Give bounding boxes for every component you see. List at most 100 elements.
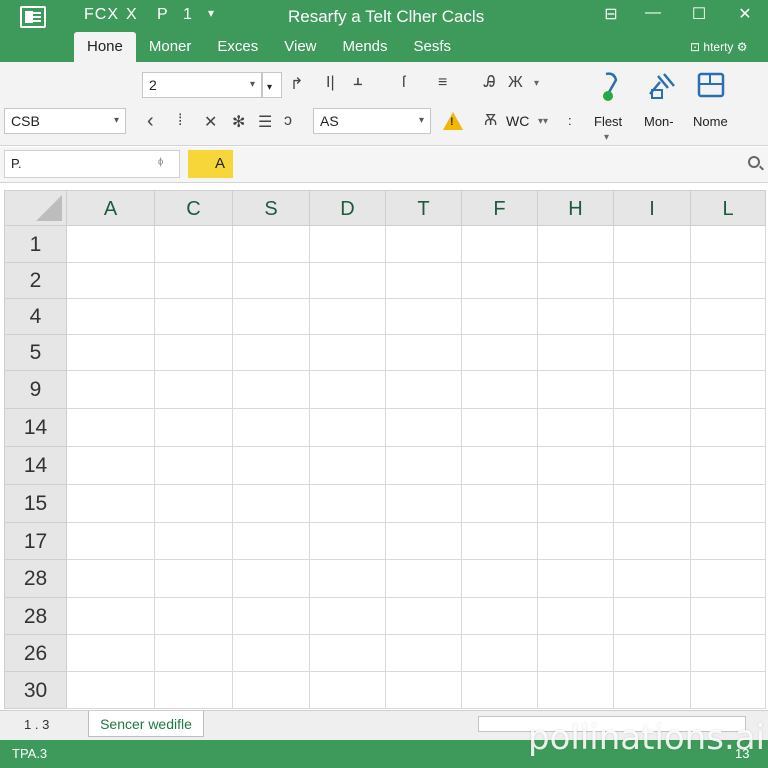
search-icon[interactable] — [748, 156, 760, 168]
name-box[interactable]: P. — [4, 150, 180, 178]
cell[interactable] — [386, 409, 462, 447]
cell[interactable] — [310, 409, 386, 447]
cell[interactable] — [691, 409, 766, 447]
cell[interactable] — [310, 447, 386, 485]
cell[interactable] — [67, 672, 155, 709]
monitor-button[interactable]: Mon- — [640, 68, 684, 144]
wrap-text-label[interactable]: WC — [506, 113, 529, 129]
chevron-down-icon[interactable]: ▾ — [534, 78, 539, 89]
cell[interactable] — [310, 560, 386, 598]
font-name-select[interactable]: CSB ▾ — [4, 108, 126, 134]
arrow-icon[interactable]: ↱ — [290, 74, 303, 94]
cell[interactable] — [386, 226, 462, 263]
cell[interactable] — [538, 226, 614, 263]
row-header[interactable]: 9 — [4, 371, 67, 409]
cell[interactable] — [155, 598, 233, 635]
chevron-down-icon[interactable]: ▾▾ — [538, 116, 548, 127]
cell[interactable] — [538, 635, 614, 672]
cell[interactable] — [614, 226, 691, 263]
cell[interactable] — [538, 523, 614, 560]
row-header[interactable]: 2 — [4, 263, 67, 299]
cell[interactable] — [462, 335, 538, 371]
cell[interactable] — [462, 523, 538, 560]
cell[interactable] — [538, 263, 614, 299]
cell[interactable] — [386, 299, 462, 335]
cell[interactable] — [233, 485, 310, 523]
cell[interactable] — [67, 371, 155, 409]
cell[interactable] — [310, 672, 386, 709]
cell[interactable] — [155, 409, 233, 447]
row-header[interactable]: 5 — [4, 335, 67, 371]
wrap-text-icon[interactable]: Ѫ — [484, 112, 497, 130]
cell[interactable] — [386, 523, 462, 560]
minimize-button[interactable]: — — [640, 4, 666, 26]
star-icon[interactable]: ✻ — [232, 112, 245, 132]
cell[interactable] — [386, 447, 462, 485]
cell[interactable] — [67, 447, 155, 485]
cell[interactable] — [691, 672, 766, 709]
close-button[interactable]: ✕ — [732, 4, 758, 26]
cell[interactable] — [233, 335, 310, 371]
cell[interactable] — [462, 447, 538, 485]
quick-access-customize-icon[interactable]: ▾ — [208, 6, 214, 20]
share-button[interactable]: ⊡ hterty ⚙ — [690, 40, 748, 54]
row-header[interactable]: 14 — [4, 409, 67, 447]
cell[interactable] — [462, 263, 538, 299]
tab-exces[interactable]: Exces — [204, 32, 271, 62]
cell[interactable] — [310, 635, 386, 672]
row-header[interactable]: 4 — [4, 299, 67, 335]
cell[interactable] — [386, 371, 462, 409]
cell[interactable] — [538, 672, 614, 709]
cell[interactable] — [614, 485, 691, 523]
cell[interactable] — [310, 371, 386, 409]
tab-sesfs[interactable]: Sesfs — [401, 32, 465, 62]
cell[interactable] — [233, 598, 310, 635]
sheet-tab-active[interactable]: Sencer wedifle — [88, 711, 204, 737]
column-header-i[interactable]: I — [614, 190, 691, 226]
cell[interactable] — [155, 635, 233, 672]
cell[interactable] — [233, 672, 310, 709]
cell[interactable] — [691, 335, 766, 371]
cell[interactable] — [233, 447, 310, 485]
select-all-button[interactable] — [4, 190, 67, 226]
more-options-icon[interactable]: : — [568, 113, 572, 128]
cell[interactable] — [233, 635, 310, 672]
cell[interactable] — [386, 560, 462, 598]
cell[interactable] — [386, 598, 462, 635]
cell[interactable] — [155, 226, 233, 263]
maximize-button[interactable]: ☐ — [686, 4, 712, 26]
cell[interactable] — [614, 560, 691, 598]
cell[interactable] — [614, 447, 691, 485]
cell[interactable] — [386, 263, 462, 299]
formula-input[interactable]: A — [188, 150, 233, 178]
cell[interactable] — [155, 485, 233, 523]
cell[interactable] — [310, 598, 386, 635]
cell[interactable] — [538, 560, 614, 598]
flest-button[interactable]: Flest ▾ — [588, 68, 630, 144]
cell[interactable] — [67, 598, 155, 635]
italic-icon[interactable]: ſ — [402, 74, 406, 92]
cell[interactable] — [538, 335, 614, 371]
column-header-s[interactable]: S — [233, 190, 310, 226]
function-icon[interactable]: ᶲ — [158, 155, 163, 171]
number-format-icon[interactable]: Ж — [508, 74, 523, 92]
cell[interactable] — [67, 335, 155, 371]
quick-access-p-button[interactable]: P — [157, 6, 168, 24]
tab-view[interactable]: View — [271, 32, 329, 62]
cell[interactable] — [310, 226, 386, 263]
cell[interactable] — [233, 409, 310, 447]
bold-icon[interactable]: I| — [326, 74, 335, 92]
cell[interactable] — [614, 263, 691, 299]
brush-icon[interactable]: ↄ — [284, 112, 292, 130]
quick-access-1-button[interactable]: 1 — [183, 6, 192, 24]
cell[interactable] — [538, 447, 614, 485]
quick-access-x-button[interactable]: X — [126, 6, 137, 24]
cell[interactable] — [233, 523, 310, 560]
cell[interactable] — [614, 371, 691, 409]
cell[interactable] — [67, 635, 155, 672]
cell[interactable] — [67, 523, 155, 560]
cell[interactable] — [538, 485, 614, 523]
cell[interactable] — [67, 299, 155, 335]
font-size-select[interactable]: 2 ▾ — [142, 72, 262, 98]
tab-home[interactable]: Hone — [74, 32, 136, 62]
